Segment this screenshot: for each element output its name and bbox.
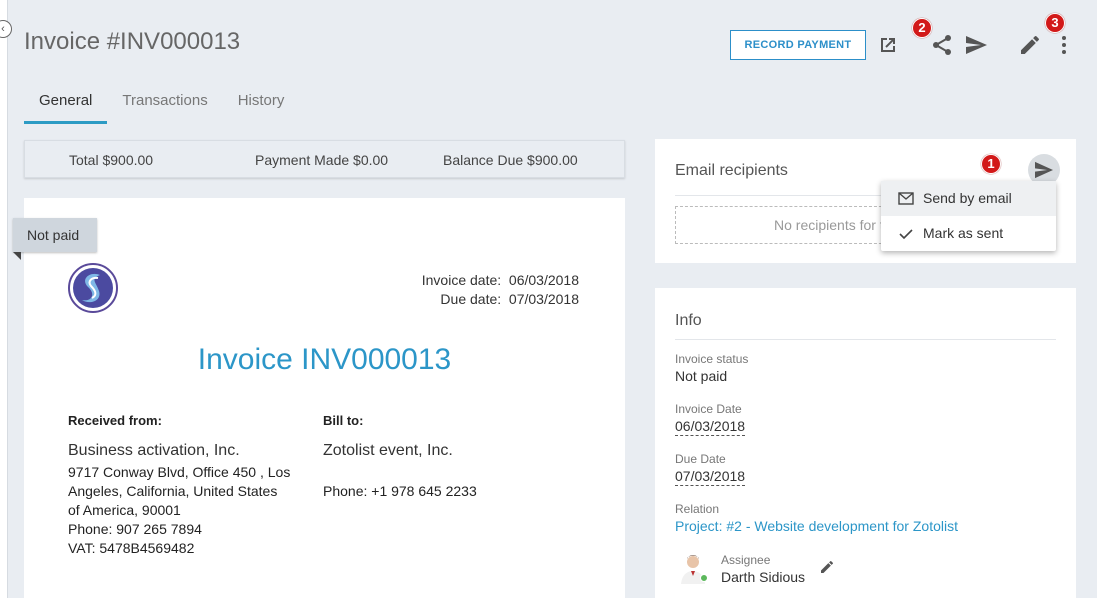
balance-due-amount: Balance Due $900.00 [443,152,578,168]
collapse-panel-button[interactable]: ‹ [0,20,12,38]
ribbon-fold [13,252,21,260]
invoice-dates: Invoice date: 06/03/2018 Due date: 07/03… [380,271,579,309]
info-title: Info [675,312,702,329]
open-external-icon[interactable] [876,33,900,57]
status-ribbon: Not paid [13,218,97,252]
received-from-company: Business activation, Inc. [68,442,240,459]
assignee-label: Assignee [721,553,771,567]
edit-assignee-icon[interactable] [819,559,835,575]
totals-bar: Total $900.00 Payment Made $0.00 Balance… [24,140,625,178]
online-status-indicator [700,574,708,582]
menu-item-label: Mark as sent [923,225,1004,241]
invoice-date-field[interactable]: 06/03/2018 [675,418,746,436]
record-payment-button[interactable]: RECORD PAYMENT [730,30,866,60]
tab-bar: General Transactions History [24,80,299,124]
info-card: Info Invoice status Not paid Invoice Dat… [655,288,1076,598]
received-from-title: Received from: [68,413,162,428]
company-logo-icon [68,263,118,313]
menu-item-label: Send by email [923,190,1012,206]
due-date-value: 07/03/2018 [508,291,579,307]
send-dropdown-menu: Send by email Mark as sent [881,181,1056,251]
total-amount: Total $900.00 [69,152,154,168]
address-line: of America, 90001 [68,502,181,518]
send-icon [1035,161,1053,179]
invoice-heading: Invoice INV000013 [197,343,452,376]
more-callout-badge: 3 [1045,13,1065,33]
address-line: Angeles, California, United States [68,483,278,499]
received-from-phone: Phone: 907 265 7894 [68,521,202,537]
relation-link[interactable]: Project: #2 - Website development for Zo… [675,518,958,534]
invoice-date-label: Invoice date: [421,272,502,288]
tab-general[interactable]: General [24,80,108,124]
due-date-field[interactable]: 07/03/2018 [675,468,746,486]
received-from-address: 9717 Conway Blvd, Office 450 , Los Angel… [68,463,290,558]
envelope-icon [898,192,914,205]
invoice-status-label: Invoice status [675,352,749,366]
tab-transactions[interactable]: Transactions [107,80,222,124]
divider [675,339,1056,340]
edit-pencil-icon[interactable] [1018,33,1042,57]
bill-to-company: Zotolist event, Inc. [323,442,453,459]
left-sidebar-edge [0,0,8,598]
send-icon[interactable] [964,33,988,57]
send-callout-badge: 1 [981,154,1001,174]
more-options-icon[interactable] [1052,33,1076,57]
menu-item-mark-as-sent[interactable]: Mark as sent [881,216,1056,251]
page-title: Invoice #INV000013 [24,28,241,55]
bill-to-title: Bill to: [323,413,364,428]
check-icon [899,229,913,240]
received-from-vat: VAT: 5478B4569482 [68,540,195,556]
email-recipients-title: Email recipients [675,162,788,179]
address-line: 9717 Conway Blvd, Office 450 , Los [68,464,291,480]
invoice-date-value: 06/03/2018 [508,272,579,288]
invoice-date-label: Invoice Date [675,402,742,416]
share-callout-badge: 2 [912,18,932,38]
bill-to-phone: Phone: +1 978 645 2233 [323,483,477,499]
payment-made-amount: Payment Made $0.00 [255,152,389,168]
share-icon[interactable] [930,33,954,57]
assignee-value: Darth Sidious [721,569,806,585]
due-date-label: Due date: [440,291,502,307]
menu-item-send-by-email[interactable]: Send by email [881,181,1056,216]
relation-label: Relation [675,502,720,516]
tab-history[interactable]: History [223,80,300,124]
invoice-status-value: Not paid [675,368,728,384]
due-date-label: Due Date [675,452,726,466]
